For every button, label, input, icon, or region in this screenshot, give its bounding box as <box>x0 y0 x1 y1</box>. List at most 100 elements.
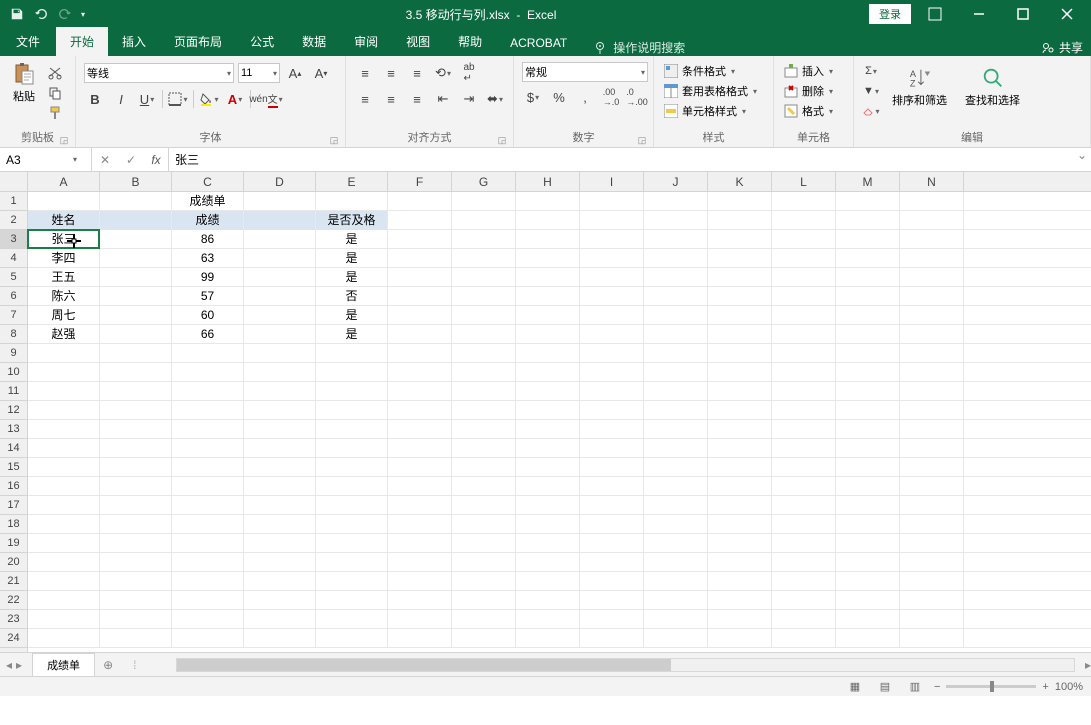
dialog-launcher-icon[interactable]: ◲ <box>497 135 507 145</box>
row-header[interactable]: 6 <box>0 287 27 306</box>
cell[interactable] <box>772 629 836 648</box>
zoom-out-icon[interactable]: − <box>934 681 940 693</box>
cell[interactable] <box>100 249 172 268</box>
cell[interactable] <box>836 629 900 648</box>
cell[interactable] <box>516 192 580 211</box>
enter-formula-icon[interactable]: ✓ <box>118 153 144 167</box>
cell[interactable]: 陈六 <box>28 287 100 306</box>
cell[interactable] <box>100 268 172 287</box>
cell[interactable] <box>100 439 172 458</box>
cell[interactable] <box>836 572 900 591</box>
cell[interactable] <box>580 591 644 610</box>
row-header[interactable]: 5 <box>0 268 27 287</box>
row-header[interactable]: 3 <box>0 230 27 249</box>
font-size-select[interactable]: 11▾ <box>238 63 280 83</box>
zoom-level[interactable]: 100% <box>1055 681 1083 693</box>
cell[interactable] <box>452 287 516 306</box>
cell[interactable] <box>836 610 900 629</box>
cell[interactable] <box>644 553 708 572</box>
cell[interactable] <box>644 287 708 306</box>
cell[interactable] <box>708 420 772 439</box>
tell-me-search[interactable]: 操作说明搜索 <box>581 39 697 56</box>
cell[interactable] <box>644 591 708 610</box>
clear-icon[interactable]: ▾ <box>862 102 880 120</box>
format-as-table-button[interactable]: 套用表格格式▾ <box>662 82 759 100</box>
cell[interactable] <box>644 306 708 325</box>
cell[interactable] <box>580 306 644 325</box>
cell[interactable] <box>452 439 516 458</box>
autosum-icon[interactable]: Σ▾ <box>862 62 880 80</box>
cell[interactable] <box>772 610 836 629</box>
fx-icon[interactable]: fx <box>144 153 168 167</box>
cell[interactable] <box>28 192 100 211</box>
paste-button[interactable]: 粘贴 <box>4 58 44 108</box>
cell[interactable] <box>772 572 836 591</box>
column-header[interactable]: B <box>100 172 172 191</box>
cell[interactable]: 99 <box>172 268 244 287</box>
cell[interactable] <box>644 439 708 458</box>
align-right-icon[interactable]: ≡ <box>406 88 428 110</box>
font-color-button[interactable]: A▾ <box>224 88 246 110</box>
tab-page-layout[interactable]: 页面布局 <box>160 27 236 56</box>
cell[interactable] <box>388 401 452 420</box>
name-box-dropdown-icon[interactable]: ▾ <box>73 155 77 164</box>
cell[interactable] <box>516 363 580 382</box>
cell[interactable] <box>580 496 644 515</box>
cell[interactable] <box>900 401 964 420</box>
cell[interactable] <box>100 496 172 515</box>
cell[interactable]: 是 <box>316 230 388 249</box>
row-header[interactable]: 13 <box>0 420 27 439</box>
cell[interactable] <box>100 401 172 420</box>
cell[interactable] <box>388 268 452 287</box>
cell[interactable] <box>708 268 772 287</box>
cell[interactable] <box>580 477 644 496</box>
column-header[interactable]: M <box>836 172 900 191</box>
cell[interactable] <box>452 268 516 287</box>
cell[interactable] <box>452 249 516 268</box>
tab-home[interactable]: 开始 <box>56 27 108 56</box>
cell[interactable] <box>100 553 172 572</box>
cell[interactable] <box>708 629 772 648</box>
cell[interactable] <box>28 553 100 572</box>
format-cells-button[interactable]: 格式▾ <box>782 102 835 120</box>
column-header[interactable]: L <box>772 172 836 191</box>
cell[interactable] <box>244 192 316 211</box>
cell[interactable] <box>836 249 900 268</box>
cell[interactable] <box>516 439 580 458</box>
cell[interactable] <box>452 610 516 629</box>
cell[interactable] <box>316 477 388 496</box>
row-header[interactable]: 10 <box>0 363 27 382</box>
cell[interactable] <box>452 344 516 363</box>
cell[interactable] <box>516 306 580 325</box>
cell[interactable] <box>644 496 708 515</box>
cell[interactable] <box>172 572 244 591</box>
sheet-nav-next-icon[interactable]: ▸ <box>16 658 22 672</box>
cell[interactable] <box>172 553 244 572</box>
cell[interactable] <box>172 629 244 648</box>
row-header[interactable]: 18 <box>0 515 27 534</box>
cell[interactable] <box>900 249 964 268</box>
row-header[interactable]: 2 <box>0 211 27 230</box>
row-header[interactable]: 23 <box>0 610 27 629</box>
cell[interactable] <box>28 458 100 477</box>
cell[interactable]: 成绩单 <box>172 192 244 211</box>
cell[interactable] <box>708 496 772 515</box>
decrease-decimal-icon[interactable]: .0→.00 <box>626 86 648 108</box>
increase-decimal-icon[interactable]: .00→.0 <box>600 86 622 108</box>
cell[interactable] <box>28 515 100 534</box>
cell[interactable] <box>708 572 772 591</box>
cell[interactable] <box>836 306 900 325</box>
cell[interactable] <box>900 192 964 211</box>
cell[interactable] <box>772 534 836 553</box>
cell[interactable] <box>772 382 836 401</box>
cell[interactable] <box>644 401 708 420</box>
cell[interactable] <box>772 211 836 230</box>
cell[interactable] <box>244 439 316 458</box>
cell[interactable] <box>172 610 244 629</box>
cell[interactable] <box>100 363 172 382</box>
cell[interactable] <box>244 306 316 325</box>
cell[interactable] <box>516 211 580 230</box>
cell[interactable] <box>516 401 580 420</box>
cell[interactable] <box>316 401 388 420</box>
cell[interactable] <box>316 458 388 477</box>
